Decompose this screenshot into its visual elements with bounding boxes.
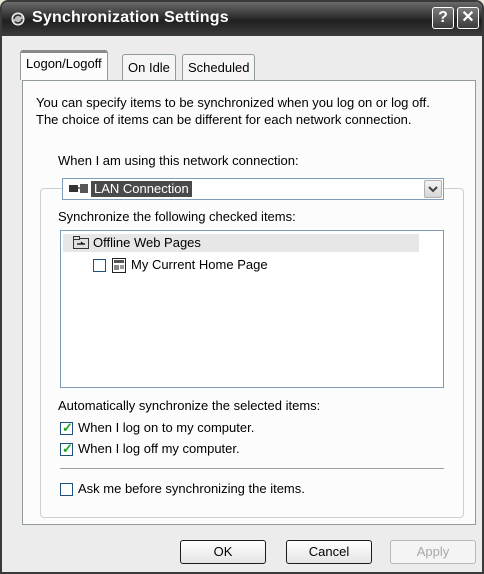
tab-scheduled[interactable]: Scheduled bbox=[182, 54, 256, 80]
list-item-label: My Current Home Page bbox=[131, 257, 268, 272]
list-item-offline-web-pages[interactable]: Offline Web Pages bbox=[63, 234, 419, 252]
network-connection-icon bbox=[69, 184, 88, 193]
checkmark-icon: ✓ bbox=[62, 420, 73, 435]
web-page-icon bbox=[112, 258, 126, 273]
cancel-button[interactable]: Cancel bbox=[286, 540, 372, 564]
logon-option-label[interactable]: When I log on to my computer. bbox=[78, 420, 254, 435]
ask-before-sync-checkbox[interactable] bbox=[60, 483, 73, 496]
logoff-checkbox[interactable]: ✓ bbox=[60, 441, 73, 456]
window-title: Synchronization Settings bbox=[32, 9, 229, 26]
tab-logon-logoff[interactable]: Logon/Logoff bbox=[20, 50, 108, 80]
connection-dropdown[interactable]: LAN Connection bbox=[62, 178, 444, 200]
list-item-label: Offline Web Pages bbox=[93, 235, 201, 250]
apply-button[interactable]: Apply bbox=[390, 540, 476, 564]
ok-button[interactable]: OK bbox=[180, 540, 266, 564]
description-line-1: You can specify items to be synchronized… bbox=[36, 95, 430, 110]
separator bbox=[60, 468, 444, 469]
auto-sync-label: Automatically synchronize the selected i… bbox=[58, 398, 321, 413]
sync-items-list[interactable]: Offline Web Pages My Current Home Page bbox=[60, 230, 444, 388]
title-bar[interactable]: Synchronization Settings ? ✕ bbox=[2, 2, 482, 36]
dropdown-arrow-button[interactable] bbox=[424, 180, 442, 198]
ask-before-sync-label[interactable]: Ask me before synchronizing the items. bbox=[78, 481, 305, 496]
close-button[interactable]: ✕ bbox=[457, 7, 479, 29]
connection-value: LAN Connection bbox=[91, 181, 192, 197]
home-page-checkbox[interactable] bbox=[93, 259, 106, 272]
logon-checkbox[interactable]: ✓ bbox=[60, 420, 73, 435]
sync-icon bbox=[11, 12, 25, 26]
checkmark-icon: ✓ bbox=[62, 441, 73, 456]
help-button[interactable]: ? bbox=[432, 7, 454, 29]
connection-label: When I am using this network connection: bbox=[58, 153, 299, 168]
list-item-my-current-home-page[interactable]: My Current Home Page bbox=[63, 256, 363, 274]
tab-on-idle[interactable]: On Idle bbox=[122, 54, 176, 80]
chevron-down-icon bbox=[428, 186, 438, 193]
synchronization-settings-dialog: Synchronization Settings ? ✕ Logon/Logof… bbox=[0, 0, 484, 574]
offline-web-pages-icon bbox=[73, 236, 89, 249]
description-line-2: The choice of items can be different for… bbox=[36, 112, 412, 127]
logoff-option-label[interactable]: When I log off my computer. bbox=[78, 441, 240, 456]
items-label: Synchronize the following checked items: bbox=[58, 209, 296, 224]
